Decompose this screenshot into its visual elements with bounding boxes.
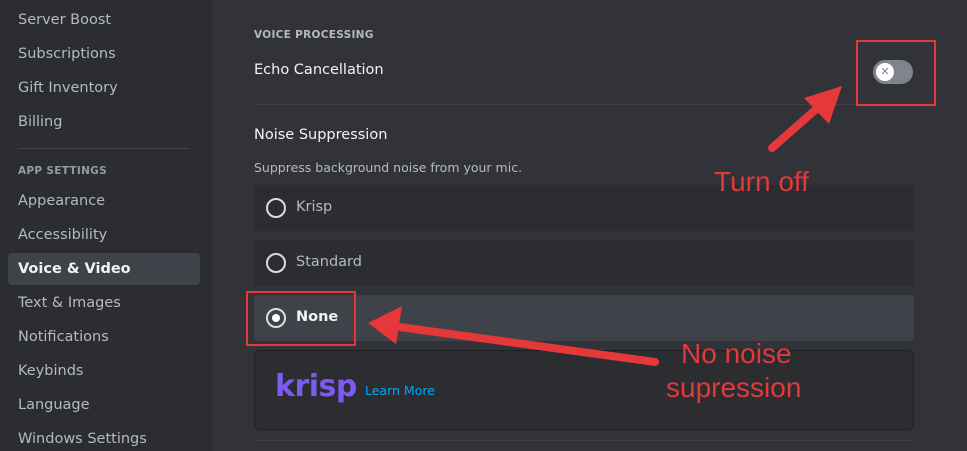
arrow-to-none [388, 322, 659, 366]
annotation-no-noise: No noise [681, 338, 792, 369]
annotation-supression: supression [666, 372, 802, 403]
annotation-turn-off: Turn off [714, 166, 809, 197]
arrowhead-none [368, 306, 402, 344]
annotation-arrows [368, 86, 842, 366]
settings-window: Server Boost Subscriptions Gift Inventor… [0, 0, 967, 451]
arrow-to-toggle [768, 100, 826, 152]
